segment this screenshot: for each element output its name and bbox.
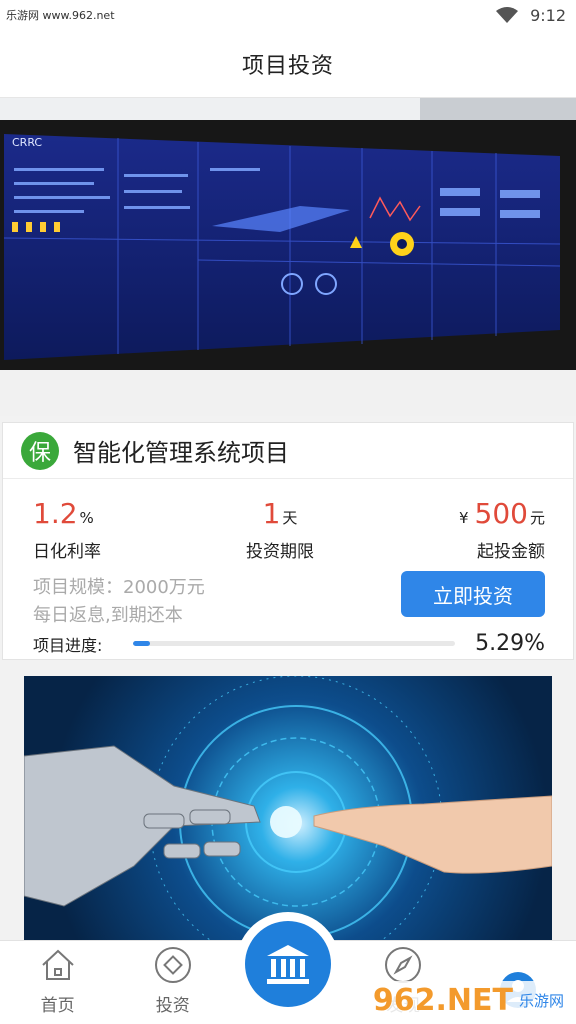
min-amount-stat: ¥ 500 元 起投金额 — [458, 497, 545, 562]
site-watermark: 962.NET 乐游网 — [366, 981, 570, 1020]
tab-invest[interactable]: 投资 — [115, 941, 230, 1024]
repayment-method: 每日返息,到期还本 — [33, 605, 183, 626]
tab-label: 投资 — [155, 996, 190, 1016]
tab-label: 首页 — [40, 996, 75, 1016]
status-bar: 乐游网 www.962.net 9:12 — [0, 0, 576, 30]
rate-unit: % — [79, 509, 94, 527]
progress-bar — [133, 641, 455, 646]
watermark-main: 962.NET — [372, 983, 513, 1018]
clock: 9:12 — [530, 5, 566, 25]
project-scale: 项目规模：2000万元 — [33, 577, 205, 598]
project-name: 智能化管理系统项目 — [73, 439, 289, 467]
home-icon — [41, 949, 74, 980]
term-stat: 1 天 投资期限 — [246, 497, 314, 562]
center-fab-circle — [245, 921, 331, 1007]
term-label: 投资期限 — [245, 542, 314, 562]
min-amount-value: 500 — [474, 497, 528, 530]
carrier-text: 乐游网 www.962.net — [6, 9, 115, 22]
brand-text: CRRC — [12, 136, 42, 149]
project-card-header: 保 智能化管理系统项目 — [3, 423, 573, 479]
tab-home[interactable]: 首页 — [0, 941, 115, 1024]
robot-hand-image — [24, 676, 552, 946]
compass-icon — [385, 947, 422, 983]
project-card[interactable]: 保 智能化管理系统项目 1.2 % 日化利率 1 天 投资期限 ¥ 500 元 … — [2, 422, 574, 660]
wifi-icon — [496, 7, 519, 23]
guarantee-badge: 保 — [21, 431, 59, 470]
center-fab[interactable] — [236, 912, 340, 1016]
dashboard-wall-image: CRRC — [0, 98, 576, 416]
min-amount-unit: 元 — [529, 509, 545, 527]
term-value: 1 — [262, 497, 281, 530]
rate-label: 日化利率 — [33, 542, 101, 562]
status-indicators: 9:12 — [496, 6, 566, 25]
hero-banner[interactable]: CRRC — [0, 98, 576, 416]
currency-symbol: ¥ — [458, 509, 469, 527]
app-screen: 乐游网 www.962.net 9:12 项目投资 CRRC 保 智能化管理系统… — [0, 0, 576, 1024]
term-unit: 天 — [282, 509, 298, 527]
rate-value: 1.2 — [33, 497, 78, 530]
project-details-row: 项目规模：2000万元 每日返息,到期还本 立即投资 — [3, 557, 573, 627]
project-stats: 1.2 % 日化利率 1 天 投资期限 ¥ 500 元 起投金额 — [3, 479, 573, 562]
rate-stat: 1.2 % 日化利率 — [33, 497, 101, 562]
watermark-sub: 乐游网 — [518, 992, 564, 1010]
ai-banner[interactable] — [24, 676, 552, 946]
nav-bar: 项目投资 — [0, 30, 576, 98]
min-amount-label: 起投金额 — [476, 542, 545, 562]
page-title: 项目投资 — [241, 53, 334, 79]
progress-label: 项目进度: — [33, 635, 103, 655]
progress-percent: 5.29% — [475, 631, 545, 656]
project-terms: 项目规模：2000万元 每日返息,到期还本 — [33, 573, 205, 627]
progress-row: 项目进度: 5.29% — [3, 631, 573, 656]
invest-icon — [154, 947, 191, 983]
bank-icon — [267, 945, 309, 984]
invest-now-button[interactable]: 立即投资 — [401, 571, 545, 617]
progress-bar-fill — [133, 641, 151, 646]
